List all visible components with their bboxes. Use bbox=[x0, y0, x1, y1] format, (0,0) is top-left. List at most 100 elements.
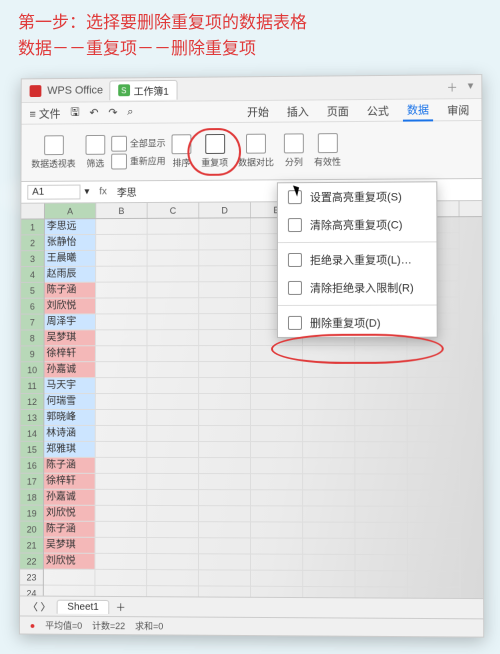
cell[interactable] bbox=[303, 474, 355, 490]
new-tab-button[interactable]: ＋ bbox=[447, 79, 458, 95]
cell[interactable] bbox=[408, 507, 461, 523]
row-header[interactable]: 18 bbox=[20, 490, 43, 506]
cell[interactable] bbox=[199, 218, 251, 234]
cell[interactable] bbox=[303, 490, 355, 506]
row-header[interactable]: 2 bbox=[21, 235, 44, 251]
cell[interactable] bbox=[148, 282, 200, 298]
select-all-corner[interactable] bbox=[21, 204, 45, 220]
row-header[interactable]: 1 bbox=[21, 219, 44, 235]
cell[interactable] bbox=[251, 522, 303, 538]
cell[interactable] bbox=[199, 346, 251, 362]
reapply-button[interactable]: 重新应用 bbox=[111, 153, 165, 169]
cell[interactable] bbox=[355, 474, 407, 490]
cell[interactable] bbox=[303, 362, 355, 378]
cell[interactable] bbox=[303, 378, 355, 394]
cell[interactable]: 何瑞雪 bbox=[44, 394, 95, 410]
row-header[interactable]: 15 bbox=[21, 442, 44, 458]
cell[interactable] bbox=[147, 538, 199, 554]
menu-item[interactable]: 拒绝录入重复项(L)… bbox=[278, 245, 437, 274]
cell[interactable] bbox=[96, 378, 148, 394]
cell[interactable]: 林诗涵 bbox=[44, 426, 95, 442]
cell[interactable] bbox=[408, 539, 461, 555]
tab-page[interactable]: 页面 bbox=[323, 101, 353, 121]
cell[interactable] bbox=[355, 378, 407, 394]
cell[interactable] bbox=[408, 571, 461, 587]
column-header[interactable]: D bbox=[199, 202, 251, 217]
cell[interactable] bbox=[147, 314, 199, 330]
cell[interactable]: 周泽宇 bbox=[45, 314, 96, 330]
cell[interactable] bbox=[408, 426, 461, 442]
formula-value[interactable]: 李思 bbox=[117, 184, 137, 199]
row-header[interactable]: 23 bbox=[20, 569, 43, 585]
cell[interactable] bbox=[199, 538, 251, 554]
cell[interactable] bbox=[251, 571, 303, 587]
cell[interactable] bbox=[199, 410, 251, 426]
cell[interactable] bbox=[303, 426, 355, 442]
cell[interactable] bbox=[96, 267, 148, 283]
cell[interactable] bbox=[251, 346, 303, 362]
cell[interactable] bbox=[407, 346, 460, 362]
cell[interactable] bbox=[199, 250, 251, 266]
dropdown-icon[interactable]: ▾ bbox=[84, 186, 89, 197]
cell[interactable] bbox=[96, 474, 148, 490]
cell[interactable]: 郭晓峰 bbox=[44, 410, 95, 426]
row-header[interactable]: 19 bbox=[20, 506, 43, 522]
cell[interactable] bbox=[95, 522, 147, 538]
cell[interactable] bbox=[199, 458, 251, 474]
cell[interactable] bbox=[303, 410, 355, 426]
cell[interactable] bbox=[251, 442, 303, 458]
cell[interactable] bbox=[96, 330, 148, 346]
sort-button[interactable]: 排序 bbox=[168, 134, 196, 169]
cell[interactable]: 马天宇 bbox=[44, 378, 95, 394]
cell[interactable] bbox=[251, 458, 303, 474]
row-header[interactable]: 5 bbox=[21, 283, 44, 299]
cell[interactable] bbox=[408, 394, 461, 410]
row-header[interactable]: 7 bbox=[21, 315, 44, 331]
cell[interactable] bbox=[96, 426, 148, 442]
row-header[interactable]: 17 bbox=[20, 474, 43, 490]
row-header[interactable]: 16 bbox=[20, 458, 43, 474]
column-header[interactable]: A bbox=[45, 203, 96, 218]
cell[interactable]: 王晨曦 bbox=[45, 251, 96, 267]
tab-formula[interactable]: 公式 bbox=[363, 100, 393, 120]
menu-item[interactable]: 删除重复项(D) bbox=[278, 309, 437, 337]
cell[interactable] bbox=[251, 538, 303, 554]
cell[interactable] bbox=[408, 410, 461, 426]
cell[interactable] bbox=[148, 298, 200, 314]
cell[interactable] bbox=[355, 523, 407, 539]
cell[interactable] bbox=[303, 442, 355, 458]
cell[interactable]: 陈子涵 bbox=[44, 458, 96, 474]
cell[interactable] bbox=[96, 506, 148, 522]
cell[interactable] bbox=[95, 570, 147, 586]
redo-icon[interactable]: ↷ bbox=[108, 106, 117, 119]
menu-item[interactable]: 清除高亮重复项(C) bbox=[278, 210, 437, 239]
cell[interactable] bbox=[355, 458, 407, 474]
cell[interactable] bbox=[147, 522, 199, 538]
cell[interactable] bbox=[355, 539, 408, 555]
cell[interactable] bbox=[303, 346, 355, 362]
cell[interactable] bbox=[251, 362, 303, 378]
row-header[interactable]: 6 bbox=[21, 299, 44, 315]
search-icon[interactable]: ⌕ bbox=[127, 106, 133, 119]
tab-insert[interactable]: 插入 bbox=[283, 101, 313, 121]
cell[interactable] bbox=[96, 442, 148, 458]
cell[interactable] bbox=[251, 394, 303, 410]
cell[interactable] bbox=[147, 490, 199, 506]
cell[interactable] bbox=[199, 570, 251, 586]
cell[interactable] bbox=[303, 571, 355, 587]
tab-review[interactable]: 审阅 bbox=[443, 100, 473, 120]
cell[interactable] bbox=[355, 507, 407, 523]
cell[interactable] bbox=[303, 555, 355, 571]
cell[interactable] bbox=[96, 219, 147, 235]
cell[interactable] bbox=[199, 522, 251, 538]
cell[interactable]: 吴梦琪 bbox=[45, 330, 96, 346]
cell[interactable] bbox=[147, 410, 199, 426]
cell[interactable] bbox=[96, 394, 148, 410]
row-header[interactable]: 14 bbox=[21, 426, 44, 442]
record-icon[interactable]: ● bbox=[30, 620, 35, 630]
cell[interactable] bbox=[303, 539, 355, 555]
cell[interactable] bbox=[199, 282, 251, 298]
cell[interactable] bbox=[356, 571, 409, 587]
cell[interactable] bbox=[199, 234, 251, 250]
fx-label[interactable]: fx bbox=[93, 186, 113, 197]
